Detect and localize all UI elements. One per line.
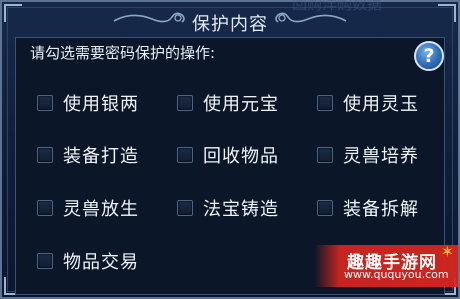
option-pet-training[interactable]: 灵兽培养 (317, 142, 419, 168)
checkbox[interactable] (37, 200, 53, 216)
instruction-text: 请勾选需要密码保护的操作: (30, 44, 216, 62)
checkbox[interactable] (37, 253, 53, 269)
option-label: 使用元宝 (203, 94, 279, 115)
checkbox[interactable] (177, 95, 193, 111)
option-recycle-items[interactable]: 回收物品 (177, 142, 279, 168)
checkbox[interactable] (177, 147, 193, 163)
watermark-url: www.ququyou.com (344, 268, 449, 281)
option-pet-release[interactable]: 灵兽放生 (37, 195, 139, 221)
checkbox[interactable] (37, 147, 53, 163)
checkbox[interactable] (177, 200, 193, 216)
option-label: 装备拆解 (343, 199, 419, 220)
option-label: 回收物品 (203, 146, 279, 167)
option-artifact-casting[interactable]: 法宝铸造 (177, 195, 279, 221)
checkbox[interactable] (317, 147, 333, 163)
checkbox[interactable] (37, 95, 53, 111)
dialog-window: 回购洋购数据 保护内容 请勾选需要密码保护的操作: ? 使用银两 使用元宝 使用… (0, 0, 460, 299)
dialog-title: 保护内容 (192, 14, 268, 35)
site-watermark: 趣趣手游网 www.ququyou.com (314, 245, 458, 287)
sparkle-icon: ✶ (440, 242, 454, 261)
option-item-trade[interactable]: 物品交易 (37, 248, 139, 274)
dialog-title-bar: 回购洋购数据 保护内容 (2, 0, 458, 36)
option-label: 装备打造 (63, 146, 139, 167)
option-label: 使用银两 (63, 94, 139, 115)
help-button[interactable]: ? (414, 41, 444, 71)
option-equipment-dismantle[interactable]: 装备拆解 (317, 195, 419, 221)
option-label: 灵兽放生 (63, 199, 139, 220)
option-equipment-forging[interactable]: 装备打造 (37, 142, 139, 168)
option-label: 灵兽培养 (343, 146, 419, 167)
option-use-lingyu[interactable]: 使用灵玉 (317, 90, 419, 116)
option-label: 物品交易 (63, 252, 139, 273)
checkbox[interactable] (317, 95, 333, 111)
checkbox[interactable] (317, 200, 333, 216)
option-label: 使用灵玉 (343, 94, 419, 115)
option-use-silver[interactable]: 使用银两 (37, 90, 139, 116)
option-use-yuanbao[interactable]: 使用元宝 (177, 90, 279, 116)
option-label: 法宝铸造 (203, 199, 279, 220)
